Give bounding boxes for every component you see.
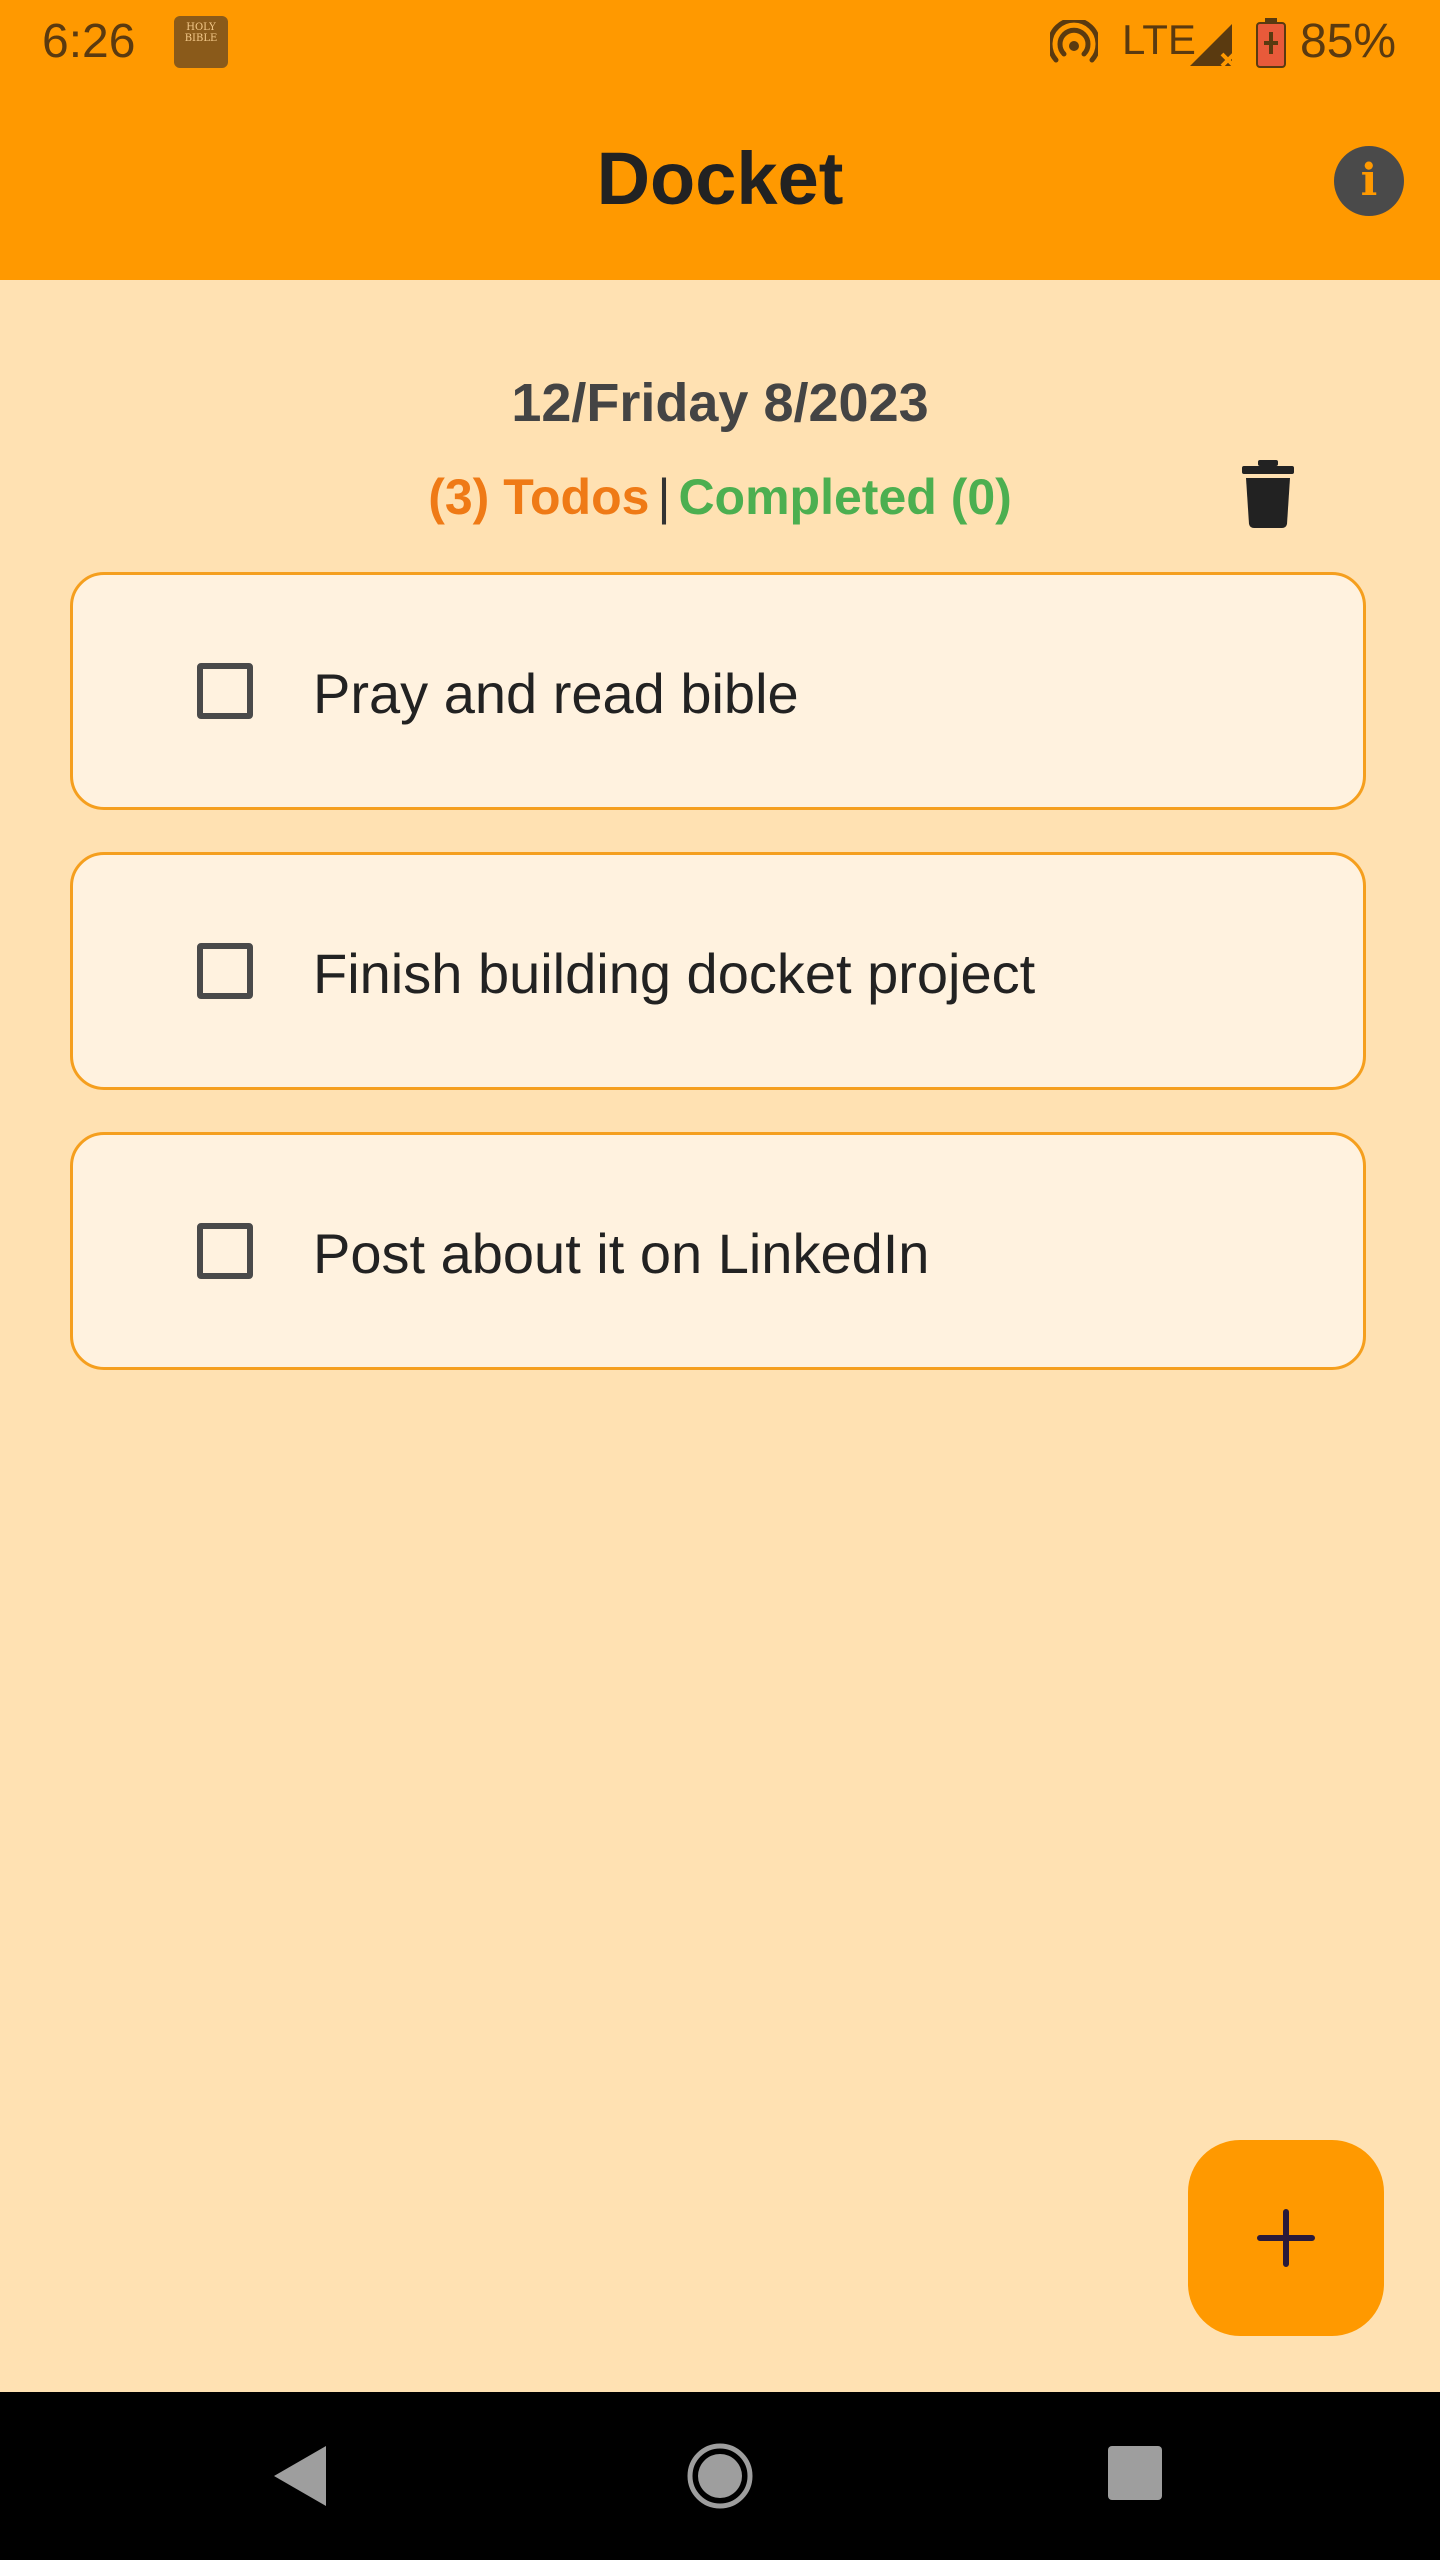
todo-item[interactable]: Finish building docket project	[70, 852, 1366, 1090]
todo-checkbox[interactable]	[197, 663, 253, 719]
summary-row: (3) Todos | Completed (0)	[0, 468, 1440, 526]
todo-item[interactable]: Pray and read bible	[70, 572, 1366, 810]
status-time: 6:26	[42, 15, 136, 68]
battery-level: 85%	[1300, 15, 1397, 68]
status-bar: 6:26 HOLY BIBLE LTE 85%	[0, 0, 1440, 84]
todo-text: Post about it on LinkedIn	[313, 1222, 930, 1285]
todo-item[interactable]: Post about it on LinkedIn	[70, 1132, 1366, 1370]
plus-icon	[1257, 2209, 1315, 2267]
home-icon[interactable]	[686, 2442, 754, 2510]
recents-icon[interactable]	[1108, 2446, 1162, 2500]
completed-count[interactable]: Completed (0)	[678, 469, 1011, 525]
hotspot-icon	[1050, 20, 1098, 63]
battery-charging-icon	[1256, 18, 1286, 68]
date-label: 12/Friday 8/2023	[511, 373, 929, 433]
app-title: Docket	[596, 137, 844, 220]
network-type: LTE	[1122, 16, 1196, 63]
signal-icon	[1190, 24, 1236, 68]
holy-bible-app-icon: HOLY BIBLE	[174, 16, 228, 68]
trash-icon[interactable]	[1240, 460, 1296, 528]
todo-text: Pray and read bible	[313, 662, 799, 725]
summary-separator: |	[657, 469, 671, 525]
todos-count[interactable]: (3) Todos	[428, 469, 649, 525]
app-bar: Docket i	[0, 84, 1440, 280]
info-icon[interactable]: i	[1334, 146, 1404, 216]
todo-text: Finish building docket project	[313, 942, 1036, 1005]
back-icon[interactable]	[270, 2444, 330, 2508]
todo-checkbox[interactable]	[197, 943, 253, 999]
navigation-bar	[0, 2392, 1440, 2560]
add-todo-button[interactable]	[1188, 2140, 1384, 2336]
todo-checkbox[interactable]	[197, 1223, 253, 1279]
